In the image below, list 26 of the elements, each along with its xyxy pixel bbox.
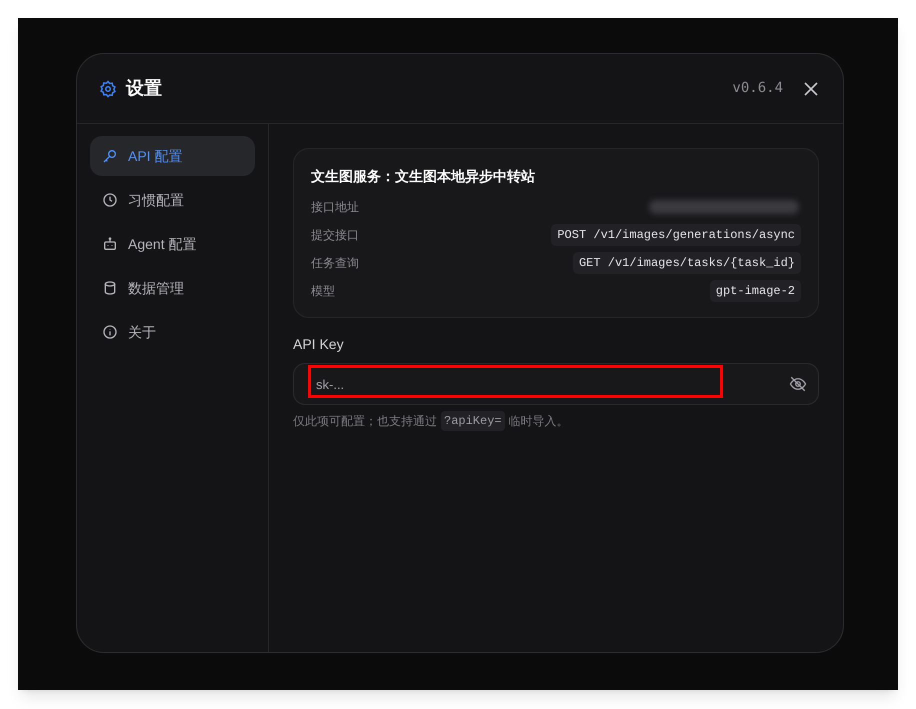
code-value: POST /v1/images/generations/async: [551, 224, 801, 246]
info-icon: [102, 324, 118, 340]
code-value: gpt-image-2: [710, 280, 801, 302]
database-icon: [102, 280, 118, 296]
row-label: 接口地址: [311, 199, 359, 216]
settings-icon: [99, 80, 117, 98]
hint-text: 仅此项可配置；也支持通过: [293, 413, 437, 430]
sidebar-item[interactable]: API 配置: [90, 136, 255, 176]
sidebar-item[interactable]: 习惯配置: [90, 180, 255, 220]
version-label: v0.6.4: [732, 79, 783, 98]
row-label: 任务查询: [311, 255, 359, 272]
robot-icon: [102, 236, 118, 252]
sidebar-item[interactable]: 关于: [90, 312, 255, 352]
row-label: 提交接口: [311, 227, 359, 244]
eye-slash-icon[interactable]: [789, 375, 807, 393]
sidebar-item[interactable]: 数据管理: [90, 268, 255, 308]
code-value: GET /v1/images/tasks/{task_id}: [572, 252, 801, 274]
dialog-title: 设置: [126, 77, 162, 100]
code-snippet: ?apiKey=: [441, 411, 505, 431]
row-label: 模型: [311, 283, 335, 300]
hint-text: 临时导入。: [508, 413, 569, 430]
card-title: 文生图服务：文生图本地异步中转站: [311, 167, 536, 186]
clock-icon: [102, 192, 118, 208]
sidebar-item[interactable]: Agent 配置: [90, 224, 255, 264]
field-label: API Key: [293, 335, 345, 354]
key-icon: [102, 148, 118, 164]
